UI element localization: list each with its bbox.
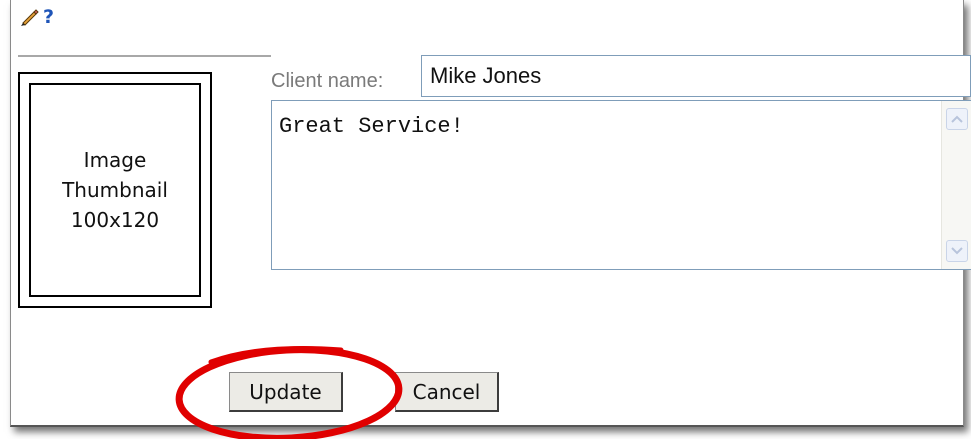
client-name-label: Client name: [271, 70, 384, 92]
testimonial-edit-panel: ? Image Thumbnail 100x120 Client name: G… [10, 0, 971, 439]
section-divider [18, 55, 271, 57]
image-thumbnail-frame: Image Thumbnail 100x120 [18, 72, 212, 308]
thumbnail-caption: Image Thumbnail 100x120 [62, 145, 168, 235]
chevron-up-icon [951, 115, 963, 123]
comment-textarea-box: Great Service! [271, 100, 971, 270]
client-name-input[interactable] [421, 55, 971, 97]
panel-toolbar: ? [19, 6, 54, 28]
scroll-up-button[interactable] [946, 108, 968, 130]
thumbnail-caption-line: 100x120 [70, 208, 160, 232]
comment-textarea[interactable]: Great Service! [272, 101, 940, 269]
chevron-down-icon [951, 247, 963, 255]
image-thumbnail-placeholder: Image Thumbnail 100x120 [29, 83, 201, 297]
update-button[interactable]: Update [229, 372, 343, 412]
help-icon[interactable]: ? [43, 6, 54, 28]
scroll-down-button[interactable] [946, 240, 968, 262]
pencil-icon[interactable] [19, 7, 39, 27]
comment-scrollbar[interactable] [941, 101, 971, 269]
thumbnail-caption-line: Image [83, 148, 147, 172]
screenshot-stage: ? Image Thumbnail 100x120 Client name: G… [0, 0, 971, 439]
cancel-button[interactable]: Cancel [395, 372, 499, 412]
thumbnail-caption-line: Thumbnail [62, 178, 168, 202]
